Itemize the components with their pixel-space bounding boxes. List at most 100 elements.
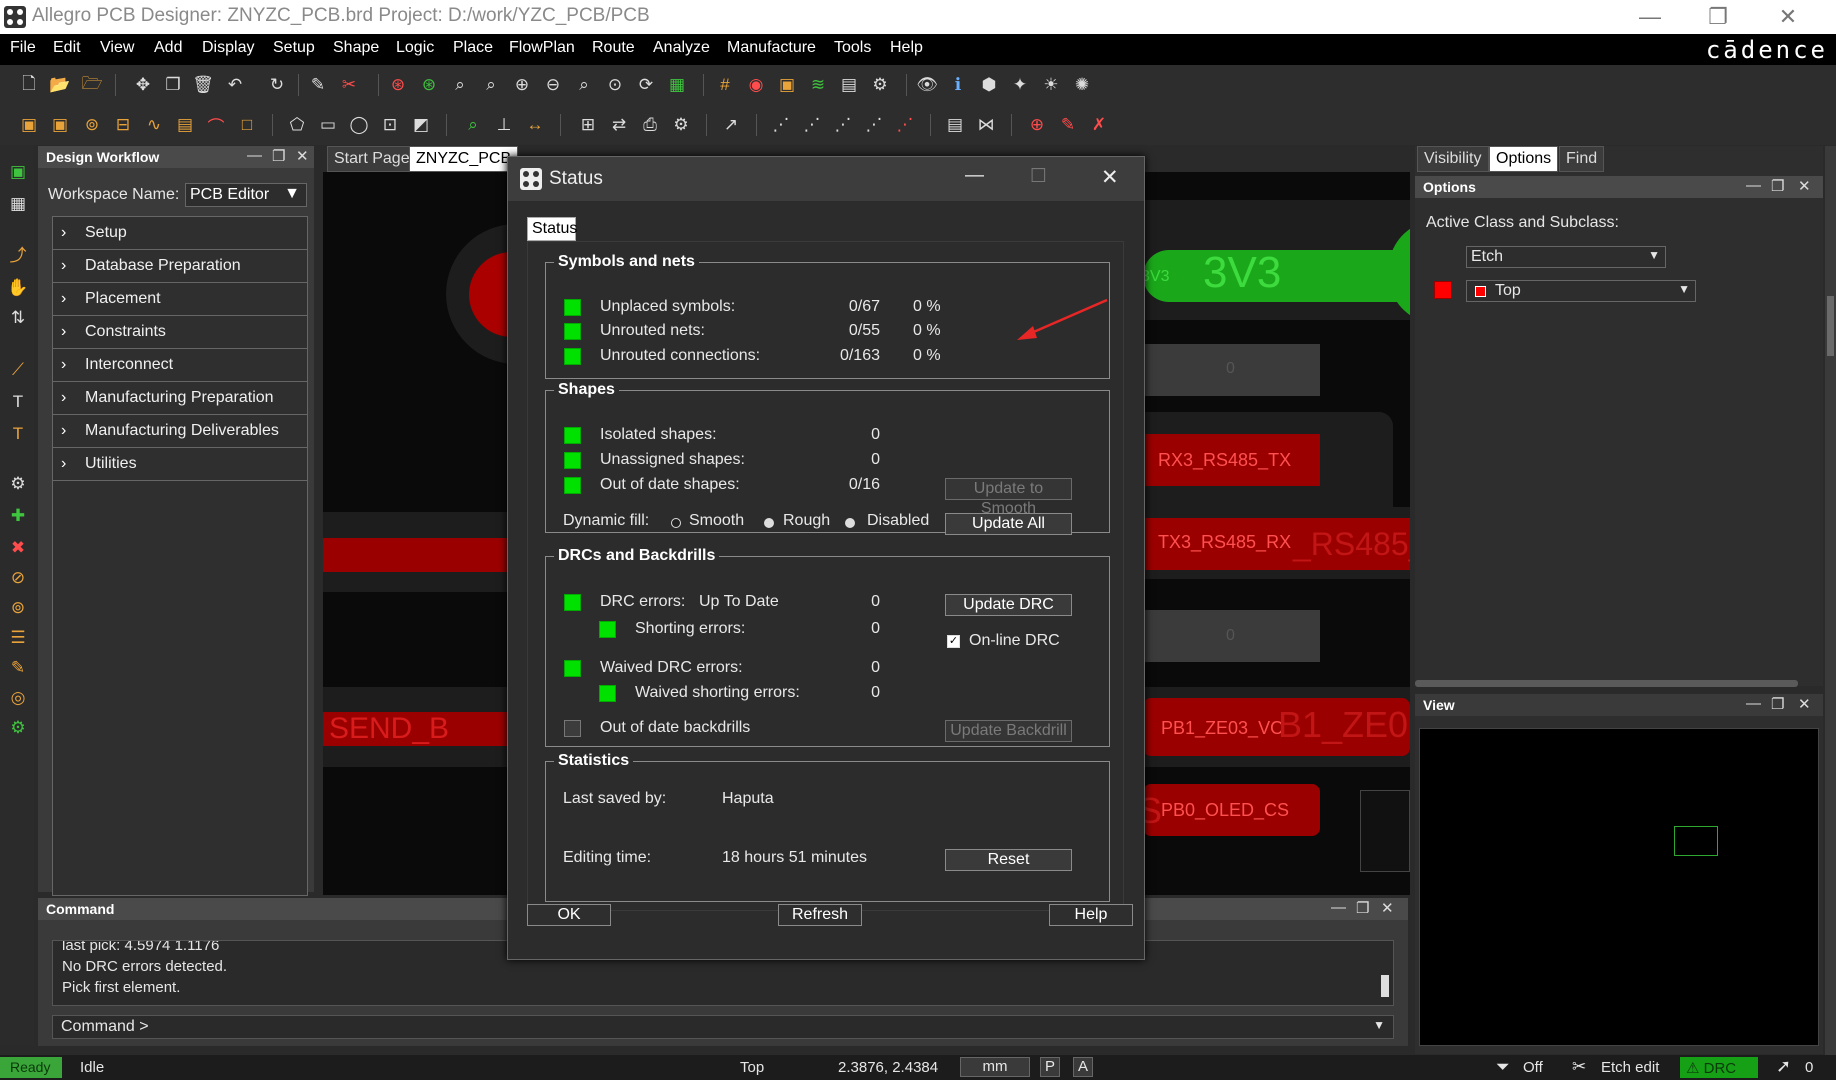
- vertex-icon[interactable]: ⋰: [861, 112, 887, 138]
- wave-icon[interactable]: ∿: [141, 112, 167, 138]
- constraint-delete-icon[interactable]: ✗: [1086, 112, 1112, 138]
- menu-view[interactable]: View: [100, 39, 134, 57]
- move-icon[interactable]: ✥: [130, 72, 156, 98]
- workflow-item-manufacturing-preparation[interactable]: › Manufacturing Preparation: [53, 382, 307, 415]
- filter-icon[interactable]: ⏷: [1496, 1057, 1510, 1077]
- cmd-add-icon[interactable]: ✚: [5, 503, 31, 529]
- update-all-button[interactable]: Update All: [945, 513, 1072, 535]
- delay-tune-icon[interactable]: ⋰: [799, 112, 825, 138]
- ratsnest-on-icon[interactable]: ⊛: [416, 72, 442, 98]
- clines-icon[interactable]: ⊟: [110, 112, 136, 138]
- units-field[interactable]: mm: [960, 1057, 1030, 1077]
- sheet-icon[interactable]: ▤: [836, 72, 862, 98]
- cmd-probe-icon[interactable]: ✎: [5, 655, 31, 681]
- cmd-loop-icon[interactable]: ⊚: [5, 595, 31, 621]
- panel-float-icon[interactable]: ❐: [1356, 899, 1369, 917]
- class-select[interactable]: Etch ▼: [1466, 246, 1666, 268]
- route-add-icon[interactable]: ⤴: [5, 243, 31, 269]
- workflow-item-utilities[interactable]: › Utilities: [53, 448, 307, 481]
- scrollbar-thumb[interactable]: [1381, 975, 1389, 997]
- zoom-fit-icon[interactable]: ⌕: [447, 72, 473, 98]
- menu-flowplan[interactable]: FlowPlan: [509, 39, 575, 57]
- close-window-button[interactable]: ✕: [1758, 0, 1818, 34]
- panel-close-icon[interactable]: ✕: [296, 147, 309, 165]
- drc-indicator[interactable]: ⚠ DRC: [1680, 1057, 1758, 1078]
- view-box[interactable]: [1674, 826, 1718, 856]
- visibility-icon[interactable]: 👁: [914, 72, 940, 98]
- scrollbar-thumb[interactable]: [1827, 296, 1834, 356]
- ratsnest-icon[interactable]: ⊛: [385, 72, 411, 98]
- zoom-previous-icon[interactable]: ⌕: [571, 72, 597, 98]
- panel-close-icon[interactable]: ✕: [1798, 177, 1811, 195]
- minimize-button[interactable]: —: [1620, 0, 1680, 34]
- fill-rough-radio[interactable]: [764, 518, 774, 528]
- curve-icon[interactable]: ⌒: [203, 112, 229, 138]
- subclass-select[interactable]: Top ▼: [1466, 280, 1696, 302]
- swap-icon[interactable]: ⇄: [606, 112, 632, 138]
- command-input[interactable]: Command > ▼: [52, 1015, 1394, 1039]
- menu-setup[interactable]: Setup: [273, 39, 315, 57]
- reset-button[interactable]: Reset: [945, 849, 1072, 871]
- update-drc-button[interactable]: Update DRC: [945, 594, 1072, 616]
- cmd-remove-icon[interactable]: ✖: [5, 535, 31, 561]
- cmd-edit-icon[interactable]: ⊘: [5, 565, 31, 591]
- unpin-icon[interactable]: ✂: [336, 72, 362, 98]
- shape-void-icon[interactable]: ◩: [408, 112, 434, 138]
- copy-icon[interactable]: ❐: [160, 72, 186, 98]
- swap-route-icon[interactable]: ⇅: [5, 305, 31, 331]
- workflow-item-placement[interactable]: › Placement: [53, 283, 307, 316]
- online-drc-checkbox[interactable]: ✓: [947, 635, 960, 648]
- grid-icon[interactable]: #: [712, 72, 738, 98]
- highlight-icon[interactable]: ✦: [1007, 72, 1033, 98]
- redraw-icon[interactable]: ⟳: [633, 72, 659, 98]
- workflow-item-manufacturing-deliverables[interactable]: › Manufacturing Deliverables: [53, 415, 307, 448]
- pad-icon[interactable]: ▣: [16, 112, 42, 138]
- flip-icon[interactable]: ⋈: [973, 112, 999, 138]
- zoom-icon[interactable]: ⌕: [478, 72, 504, 98]
- panel-float-icon[interactable]: ❐: [272, 147, 285, 165]
- drc-mark-icon[interactable]: ⋰: [892, 112, 918, 138]
- right-scrollbar[interactable]: [1825, 146, 1836, 1056]
- camera-icon[interactable]: ⎙: [637, 112, 663, 138]
- board-icon[interactable]: ▦: [5, 191, 31, 217]
- chevron-down-icon[interactable]: ▼: [1373, 1018, 1385, 1032]
- custom-smooth-icon[interactable]: ⋰: [830, 112, 856, 138]
- cmd-cycle-icon[interactable]: ◎: [5, 685, 31, 711]
- menu-help[interactable]: Help: [890, 39, 923, 57]
- workflow-item-database-preparation[interactable]: › Database Preparation: [53, 250, 307, 283]
- menu-tools[interactable]: Tools: [834, 39, 871, 57]
- brightness-icon[interactable]: ☀: [1038, 72, 1064, 98]
- text-box-icon[interactable]: ▤: [172, 112, 198, 138]
- panel-close-icon[interactable]: ✕: [1381, 899, 1394, 917]
- panel-float-icon[interactable]: ❐: [1771, 177, 1784, 195]
- new-file-icon[interactable]: 🗋: [16, 72, 42, 98]
- shape-rect-icon[interactable]: ▭: [315, 112, 341, 138]
- fill-smooth-radio[interactable]: [671, 518, 681, 528]
- text-edit-icon[interactable]: T: [5, 421, 31, 447]
- subclass-color-swatch[interactable]: [1434, 281, 1452, 299]
- dialog-minimize-button[interactable]: —: [965, 165, 984, 187]
- symbol-icon[interactable]: ▣: [47, 112, 73, 138]
- panel-minimize-icon[interactable]: —: [247, 147, 262, 164]
- place-icon[interactable]: ⊞: [575, 112, 601, 138]
- workflow-item-constraints[interactable]: › Constraints: [53, 316, 307, 349]
- chip-icon[interactable]: ▣: [5, 159, 31, 185]
- workflow-item-interconnect[interactable]: › Interconnect: [53, 349, 307, 382]
- zoom-out-icon[interactable]: ⊖: [540, 72, 566, 98]
- tab-find[interactable]: Find: [1559, 146, 1605, 172]
- a-button[interactable]: A: [1073, 1057, 1093, 1077]
- measure-icon[interactable]: ⌕: [460, 112, 486, 138]
- menu-place[interactable]: Place: [453, 39, 493, 57]
- menu-add[interactable]: Add: [154, 39, 182, 57]
- text-add-icon[interactable]: T: [5, 389, 31, 415]
- pin-icon[interactable]: ✎: [305, 72, 331, 98]
- zoom-center-icon[interactable]: ⊙: [602, 72, 628, 98]
- dialog-close-button[interactable]: ✕: [1101, 165, 1119, 190]
- delete-icon[interactable]: 🗑: [190, 72, 216, 98]
- menu-file[interactable]: File: [10, 39, 36, 57]
- undo-icon[interactable]: ↶: [222, 72, 248, 98]
- panel-minimize-icon[interactable]: —: [1331, 899, 1346, 916]
- status-icon[interactable]: ▤: [942, 112, 968, 138]
- zoom-in-icon[interactable]: ⊕: [509, 72, 535, 98]
- constraint-edit-icon[interactable]: ✎: [1055, 112, 1081, 138]
